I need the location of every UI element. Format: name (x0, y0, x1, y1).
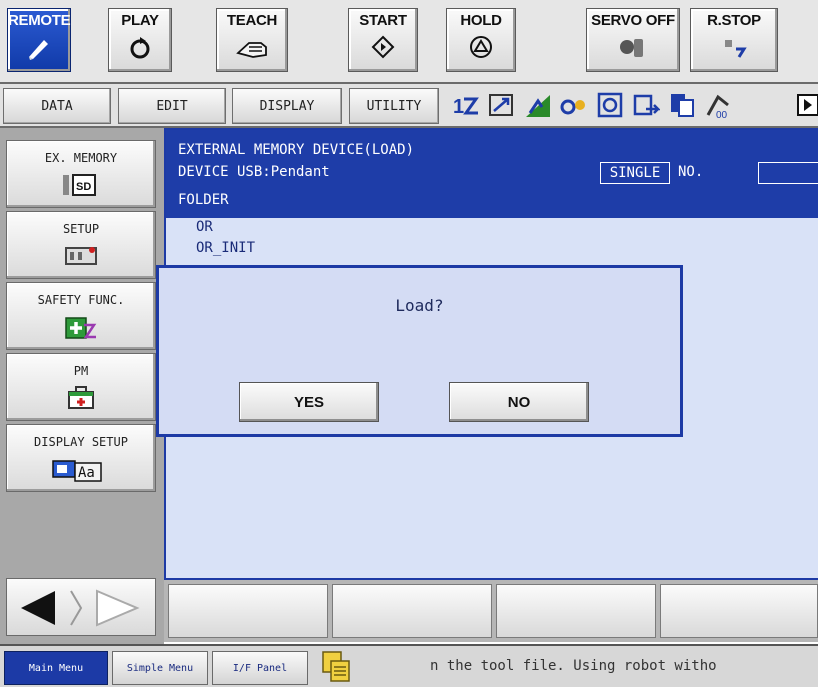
speed-icon (526, 95, 550, 117)
teach-button[interactable]: TEACH (216, 8, 288, 72)
menu-display[interactable]: DISPLAY (232, 88, 342, 124)
robot-stop-icon (719, 35, 749, 65)
menu-edit[interactable]: EDIT (118, 88, 226, 124)
start-label: START (359, 12, 407, 29)
list-item[interactable]: OR (196, 219, 213, 235)
mode-bar: REMOTE PLAY TEACH START HOLD SERVO OFF R… (0, 0, 818, 82)
no-label: NO. (678, 164, 704, 180)
no-button[interactable]: NO (449, 382, 589, 422)
main-menu-button[interactable]: Main Menu (4, 651, 108, 685)
override-icon: 00 (706, 94, 729, 119)
cycle-icon (127, 35, 153, 65)
status-icons: 1 00 (448, 88, 818, 124)
font-size-icon: Aa (51, 457, 111, 487)
sidebar-item-label: SAFETY FUNC. (37, 293, 125, 307)
play-label: PLAY (121, 12, 159, 29)
svg-text:SD: SD (76, 181, 91, 193)
r-stop-label: R.STOP (707, 12, 761, 29)
separator-icon (70, 590, 83, 626)
security-icon (560, 99, 585, 115)
hold-button[interactable]: HOLD (446, 8, 516, 72)
sd-card-icon: SD (61, 173, 101, 201)
sidebar-item-label: SETUP (62, 222, 100, 236)
remote-label: REMOTE (8, 12, 71, 29)
remote-button[interactable]: REMOTE (7, 8, 71, 72)
folder-label: FOLDER (178, 192, 229, 208)
if-panel-button[interactable]: I/F Panel (212, 651, 308, 685)
r-stop-button[interactable]: R.STOP (690, 8, 778, 72)
status-message: n the tool file. Using robot witho (430, 658, 717, 674)
sidebar-item-safety-func[interactable]: SAFETY FUNC. (6, 282, 156, 350)
pen-icon (26, 35, 52, 65)
sidebar-item-label: PM (73, 364, 89, 378)
servo-off-label: SERVO OFF (591, 12, 675, 29)
sidebar-item-label: DISPLAY SETUP (34, 435, 128, 449)
hold-circle-icon (469, 35, 493, 63)
simple-menu-button[interactable]: Simple Menu (112, 651, 208, 685)
menu-utility[interactable]: UTILITY (349, 88, 439, 124)
list-item[interactable]: OR_INIT (196, 240, 255, 256)
single-mode-label: SINGLE (609, 165, 661, 181)
device-label: DEVICE USB:Pendant (178, 164, 330, 180)
page-icon (671, 94, 694, 117)
sidebar-item-label: EX. MEMORY (44, 151, 118, 165)
bottom-status-bar: Main Menu Simple Menu I/F Panel n the to… (0, 644, 818, 687)
hand-icon (235, 35, 269, 65)
safety-cross-icon (64, 315, 98, 345)
start-button[interactable]: START (348, 8, 418, 72)
page-nav-buttons (6, 578, 156, 636)
next-page-arrow-icon[interactable] (796, 91, 818, 119)
start-diamond-icon (371, 35, 395, 63)
sidebar-item-pm[interactable]: PM (6, 353, 156, 421)
control-group-icon: 1 (453, 96, 479, 118)
page-title: EXTERNAL MEMORY DEVICE(LOAD) (178, 142, 415, 158)
confirm-dialog: Load? YES NO (156, 265, 683, 437)
if-panel-label: I/F Panel (232, 662, 288, 674)
cycle-mode-icon (597, 92, 623, 118)
sidebar-item-setup[interactable]: SETUP (6, 211, 156, 279)
function-key-1[interactable] (168, 584, 328, 638)
sidebar-item-display-setup[interactable]: DISPLAY SETUP Aa (6, 424, 156, 492)
program-icon (633, 94, 660, 116)
menu-data-label: DATA (41, 98, 73, 114)
menu-data[interactable]: DATA (3, 88, 111, 124)
menu-edit-label: EDIT (156, 98, 188, 114)
content-header: EXTERNAL MEMORY DEVICE(LOAD) DEVICE USB:… (166, 130, 818, 218)
forward-arrow-icon[interactable] (91, 589, 147, 627)
svg-text:00: 00 (716, 110, 728, 119)
menu-display-label: DISPLAY (259, 98, 315, 114)
hold-label: HOLD (460, 12, 502, 29)
servo-icon (618, 35, 648, 65)
menu-utility-label: UTILITY (366, 98, 422, 114)
back-arrow-icon[interactable] (17, 589, 73, 627)
function-key-2[interactable] (332, 584, 492, 638)
svg-text:Aa: Aa (78, 465, 95, 481)
no-value: 8 (758, 162, 818, 184)
svg-text:1: 1 (453, 96, 464, 118)
servo-off-button[interactable]: SERVO OFF (586, 8, 680, 72)
no-label: NO (507, 393, 531, 411)
setup-icon (64, 244, 98, 272)
yes-label: YES (293, 393, 324, 411)
menu-bar: DATA EDIT DISPLAY UTILITY 1 00 (0, 82, 818, 128)
teach-label: TEACH (226, 12, 278, 29)
main-menu-label: Main Menu (28, 662, 84, 674)
yes-button[interactable]: YES (239, 382, 379, 422)
left-menu-panel: EX. MEMORY SD SETUP SAFETY FUNC. PM DISP… (0, 128, 164, 644)
function-key-3[interactable] (496, 584, 656, 638)
dialog-message: Load? (395, 296, 444, 315)
function-key-bar (164, 580, 818, 642)
coordinate-icon (489, 94, 513, 116)
play-button[interactable]: PLAY (108, 8, 172, 72)
sidebar-item-ex-memory[interactable]: EX. MEMORY SD (6, 140, 156, 208)
function-key-4[interactable] (660, 584, 818, 638)
single-mode-box[interactable]: SINGLE (600, 162, 670, 184)
simple-menu-label: Simple Menu (126, 662, 194, 674)
multi-window-icon[interactable] (320, 650, 352, 684)
first-aid-icon (66, 386, 96, 414)
